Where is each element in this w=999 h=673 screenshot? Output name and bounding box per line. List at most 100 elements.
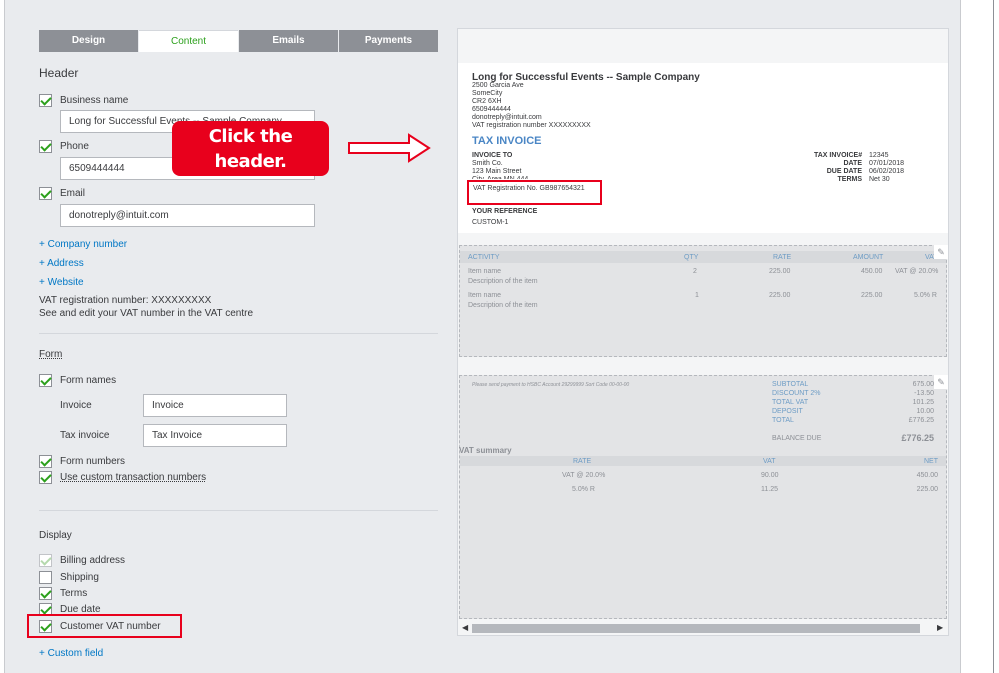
callout-line-1: Click the <box>208 126 293 147</box>
phone-checkbox[interactable] <box>39 140 52 153</box>
invoice-name-input[interactable]: Invoice <box>143 394 287 417</box>
preview-address-line: VAT registration number XXXXXXXXX <box>472 122 591 129</box>
preview-vat-row-net: 225.00 <box>916 486 938 493</box>
tab-payments[interactable]: Payments <box>339 30 438 52</box>
preview-item-vat: VAT @ 20.0% <box>895 268 939 275</box>
add-website-link[interactable]: + Website <box>39 277 84 288</box>
preview-vat-row-vat: 11.25 <box>761 486 778 493</box>
window-right-edge <box>960 0 999 673</box>
tab-content[interactable]: Content <box>139 30 238 52</box>
invoice-label: Invoice <box>60 400 92 411</box>
vat-registration-note: VAT registration number: XXXXXXXXX <box>39 295 212 306</box>
highlight-customer-vat-box <box>27 614 182 638</box>
preview-total-key: TOTAL <box>772 417 794 424</box>
preview-col-activity: ACTIVITY <box>468 254 500 261</box>
form-names-checkbox[interactable] <box>39 374 52 387</box>
preview-vat-col-vat: VAT <box>763 458 776 465</box>
form-section-title: Form <box>39 349 63 360</box>
preview-payment-note: Please send payment to HSBC Account 2929… <box>472 382 630 388</box>
preview-total-key: DISCOUNT 2% <box>772 390 821 397</box>
terms-label: Terms <box>60 588 88 599</box>
callout-line-2: header. <box>214 151 287 172</box>
add-company-number-link[interactable]: + Company number <box>39 239 127 250</box>
tax-invoice-label: Tax invoice <box>60 430 110 441</box>
preview-vat-row-vat: 90.00 <box>761 472 779 479</box>
preview-col-rate: RATE <box>773 254 792 261</box>
preview-item-qty: 1 <box>695 292 699 299</box>
scroll-left-icon[interactable]: ◀ <box>462 623 468 632</box>
form-names-label: Form names <box>60 375 117 386</box>
preview-vat-row-rate: 5.0% R <box>572 486 595 493</box>
preview-invoice-to-line: 123 Main Street <box>472 168 522 175</box>
window-left-edge <box>0 0 5 673</box>
arrow-right-icon <box>348 133 431 163</box>
email-input[interactable]: donotreply@intuit.com <box>60 204 315 227</box>
add-address-link[interactable]: + Address <box>39 258 84 269</box>
scroll-right-icon[interactable]: ▶ <box>937 623 943 632</box>
email-checkbox[interactable] <box>39 187 52 200</box>
preview-vat-row-rate: VAT @ 20.0% <box>562 472 606 479</box>
billing-address-label: Billing address <box>60 555 126 566</box>
preview-total-value: -13.50 <box>914 390 934 397</box>
preview-item-qty: 2 <box>693 268 697 275</box>
shipping-label: Shipping <box>60 572 99 583</box>
vat-centre-note: See and edit your VAT number in the VAT … <box>39 308 254 319</box>
shipping-checkbox[interactable] <box>39 571 52 584</box>
preview-item-vat: 5.0% R <box>914 292 937 299</box>
preview-meta-key: DATE <box>843 160 862 167</box>
edit-pencil-icon[interactable]: ✎ <box>934 245 948 259</box>
email-label: Email <box>60 188 86 199</box>
preview-total-value: 675.00 <box>912 381 934 388</box>
tab-design[interactable]: Design <box>39 30 138 52</box>
instruction-callout: Click the header. <box>172 121 329 176</box>
preview-address-line: SomeCity <box>472 90 503 97</box>
form-numbers-label: Form numbers <box>60 456 126 467</box>
preview-item-desc: Description of the item <box>468 302 538 309</box>
invoice-preview[interactable]: Long for Successful Events -- Sample Com… <box>457 28 949 636</box>
edit-pencil-icon[interactable]: ✎ <box>934 375 948 389</box>
business-name-label: Business name <box>60 95 129 106</box>
preview-total-value: 10.00 <box>916 408 934 415</box>
preview-vat-summary-title: VAT summary <box>459 446 512 455</box>
terms-checkbox[interactable] <box>39 587 52 600</box>
preview-col-qty: QTY <box>684 254 699 261</box>
preview-item-amount: 225.00 <box>861 292 883 299</box>
preview-vat-col-net: NET <box>924 458 938 465</box>
header-section-title: Header <box>39 66 79 80</box>
display-section-title: Display <box>39 530 72 541</box>
preview-horizontal-scrollbar[interactable]: ◀ ▶ <box>458 621 948 635</box>
preview-total-value: £776.25 <box>908 417 934 424</box>
add-custom-field-link[interactable]: + Custom field <box>39 648 103 659</box>
preview-item-name: Item name <box>468 292 502 299</box>
preview-footer[interactable] <box>459 375 947 619</box>
tax-invoice-name-input[interactable]: Tax Invoice <box>143 424 287 447</box>
preview-address-line: donotreply@intuit.com <box>472 114 542 121</box>
preview-your-reference-label: YOUR REFERENCE <box>472 208 538 215</box>
scrollbar-thumb[interactable] <box>472 624 920 633</box>
preview-invoice-to-line: Smith Co. <box>472 160 503 167</box>
form-numbers-checkbox[interactable] <box>39 455 52 468</box>
section-divider <box>39 510 438 511</box>
tab-emails[interactable]: Emails <box>239 30 338 52</box>
preview-invoice-to-label: INVOICE TO <box>472 152 513 159</box>
custom-numbers-checkbox[interactable] <box>39 471 52 484</box>
preview-balance-value: £776.25 <box>901 433 934 443</box>
preview-total-key: DEPOSIT <box>772 408 803 415</box>
preview-meta-value: Net 30 <box>869 176 890 183</box>
highlight-vat-registration-box <box>467 180 602 205</box>
preview-meta-key: TAX INVOICE# <box>814 152 863 159</box>
preview-vat-row-net: 450.00 <box>916 472 938 479</box>
preview-address-line: 6509444444 <box>472 106 511 113</box>
preview-total-key: SUBTOTAL <box>772 381 809 388</box>
preview-balance-label: BALANCE DUE <box>772 435 822 442</box>
preview-meta-value: 06/02/2018 <box>869 168 905 175</box>
preview-meta-value: 07/01/2018 <box>869 160 905 167</box>
preview-item-rate: 225.00 <box>769 292 791 299</box>
phone-label: Phone <box>60 141 89 152</box>
custom-numbers-label: Use custom transaction numbers <box>60 472 207 483</box>
preview-col-amount: AMOUNT <box>853 254 884 261</box>
preview-address-line: 2500 Garcia Ave <box>472 82 524 89</box>
billing-address-checkbox <box>39 554 52 567</box>
business-name-checkbox[interactable] <box>39 94 52 107</box>
preview-total-key: TOTAL VAT <box>772 399 809 406</box>
